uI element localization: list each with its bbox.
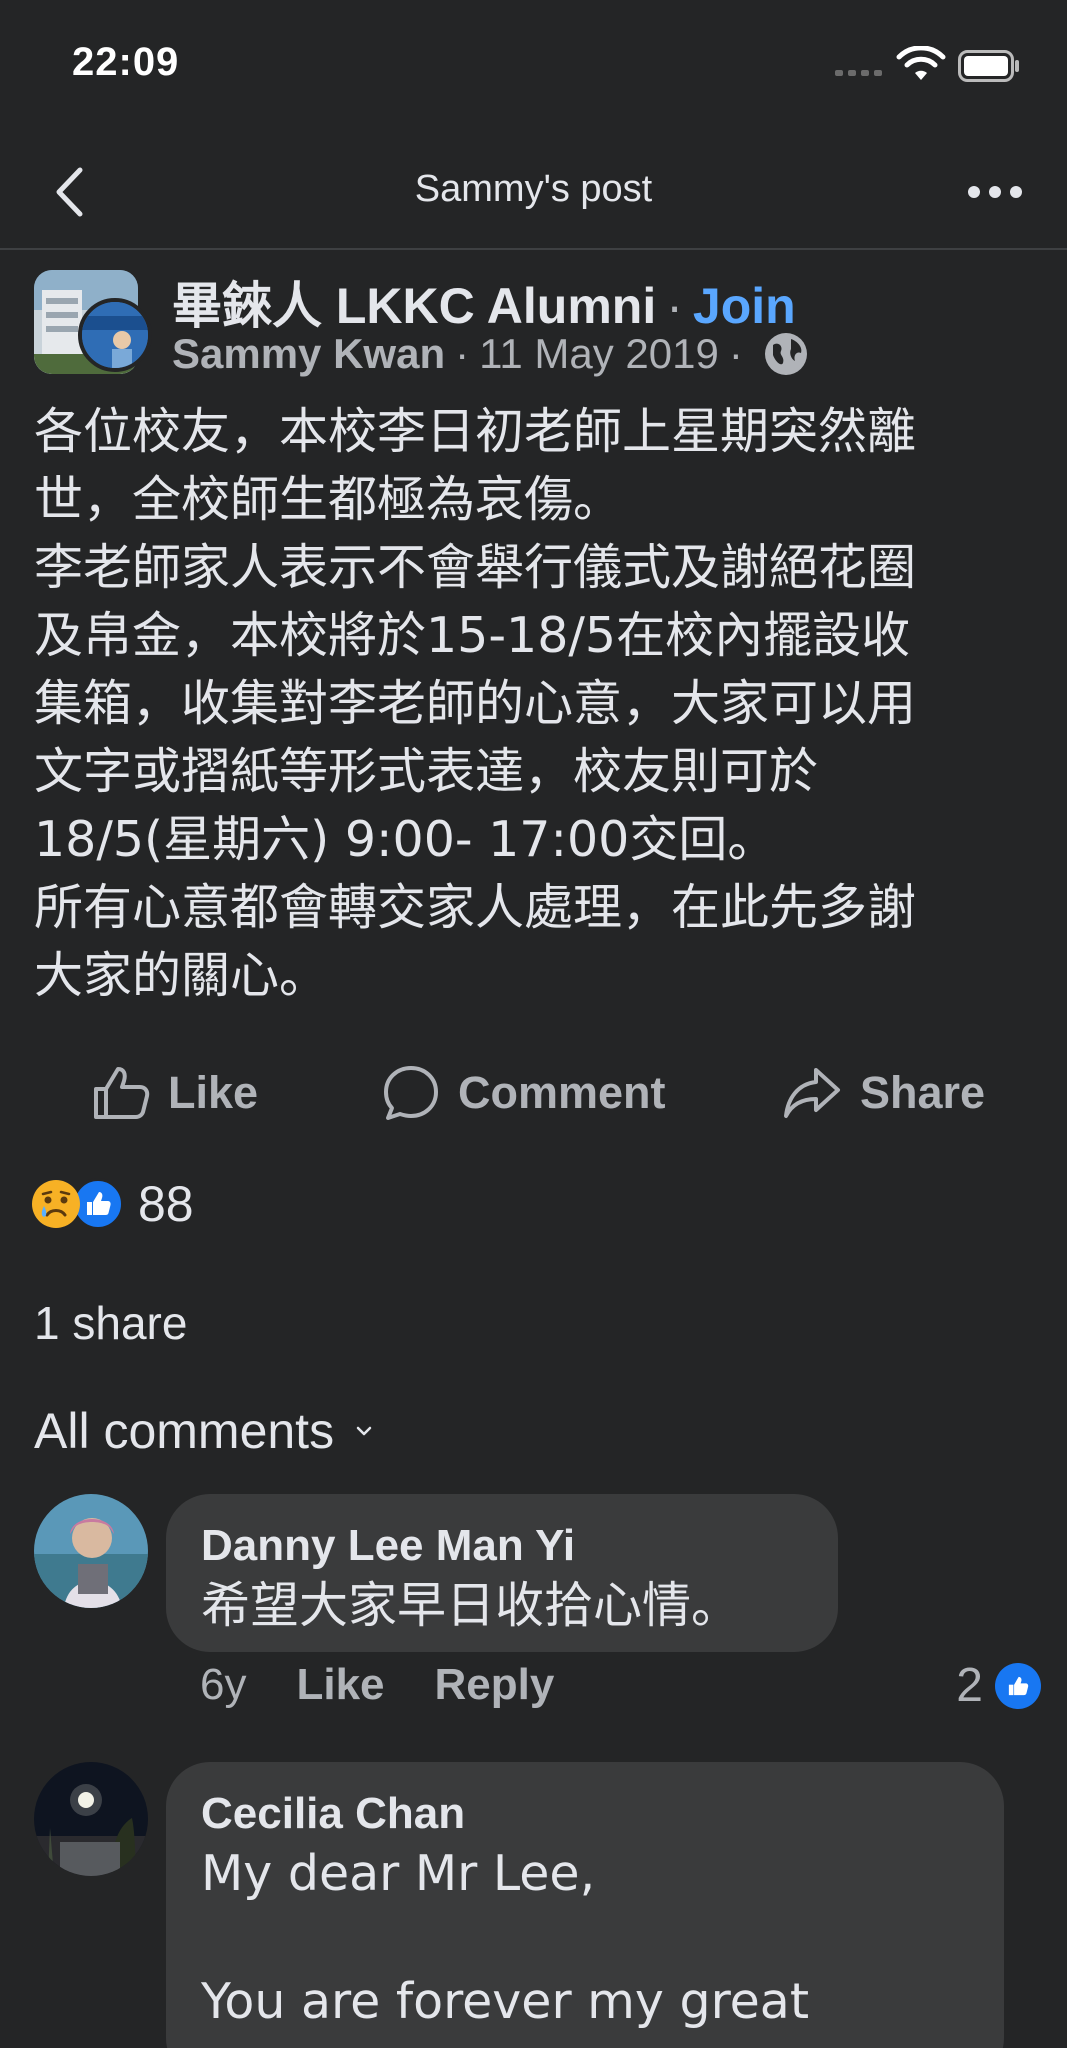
status-time: 22:09 xyxy=(72,40,180,84)
reaction-count: 88 xyxy=(138,1176,194,1232)
comment-button[interactable]: Comment xyxy=(382,1050,666,1136)
post-text-line: 世，全校師生都極為哀傷。 xyxy=(34,471,623,528)
post-text-line: 18/5(星期六) 9:00- 17:00交回。 xyxy=(34,811,777,868)
share-button[interactable]: Share xyxy=(782,1050,985,1136)
comment-bubble: Cecilia Chan My dear Mr Lee, You are for… xyxy=(166,1762,1004,2048)
like-badge-icon xyxy=(995,1662,1041,1709)
globe-icon xyxy=(764,333,807,375)
comment-meta: 6y Like Reply xyxy=(200,1660,554,1710)
reactions-summary[interactable]: 88 xyxy=(32,1172,194,1236)
post-date[interactable]: 11 May 2019 xyxy=(479,330,719,378)
author-name[interactable]: Sammy Kwan xyxy=(172,330,445,378)
comment-text: My dear Mr Lee, You are forever my great xyxy=(201,1845,810,2030)
page-title: Sammy's post xyxy=(414,168,653,210)
share-arrow-icon xyxy=(784,1068,840,1118)
more-options-button[interactable] xyxy=(960,170,1030,214)
comments-filter-label: All comments xyxy=(34,1403,335,1459)
post-meta: Sammy Kwan · 11 May 2019 · xyxy=(172,330,809,378)
post-text-line: 及帛金，本校將於15-18/5在校內擺設收 xyxy=(34,607,911,664)
commenter-photo-image xyxy=(34,1762,148,1876)
commenter-avatar[interactable] xyxy=(34,1494,148,1608)
post-text-line: 李老師家人表示不會舉行儀式及謝絕花圈 xyxy=(34,539,917,596)
comment-likes[interactable]: 2 xyxy=(956,1658,1041,1713)
post-text-line: 各位校友，本校李日初老師上星期突然離 xyxy=(34,403,917,460)
share-count[interactable]: 1 share xyxy=(34,1296,187,1350)
separator-dot: · xyxy=(455,330,470,377)
comment-reply-button[interactable]: Reply xyxy=(435,1660,555,1710)
post-text-line: 集箱，收集對李老師的心意，大家可以用 xyxy=(34,675,917,732)
separator-dot: · xyxy=(666,278,683,334)
commenter-name[interactable]: Danny Lee Man Yi xyxy=(201,1518,803,1574)
like-button[interactable]: Like xyxy=(92,1050,258,1136)
comment-bubble: Danny Lee Man Yi 希望大家早日收拾心情。 xyxy=(166,1494,838,1652)
status-bar: 22:09 xyxy=(0,0,1067,130)
thumbs-up-icon xyxy=(94,1067,150,1119)
post-text-line: 大家的關心。 xyxy=(34,947,329,1004)
post-actions: Like Comment Share xyxy=(0,1050,1067,1136)
comment-icon xyxy=(384,1066,438,1120)
share-label: Share xyxy=(860,1067,986,1118)
author-photo-image xyxy=(82,302,148,368)
post-text-line: 所有心意都會轉交家人處理，在此先多謝 xyxy=(34,879,917,936)
comment-item: Danny Lee Man Yi 希望大家早日收拾心情。 6y Like Rep… xyxy=(0,1494,1067,1734)
like-label: Like xyxy=(168,1067,259,1118)
comment-item: Cecilia Chan My dear Mr Lee, You are for… xyxy=(0,1762,1067,2048)
comment-label: Comment xyxy=(458,1067,666,1118)
comment-like-button[interactable]: Like xyxy=(296,1660,384,1710)
post-body: 各位校友，本校李日初老師上星期突然離 世，全校師生都極為哀傷。 李老師家人表示不… xyxy=(34,398,1034,1010)
separator-dot: · xyxy=(728,330,743,377)
group-name[interactable]: 畢錸人 LKKC Alumni xyxy=(172,278,656,334)
commenter-name[interactable]: Cecilia Chan xyxy=(201,1786,969,1842)
comment-age: 6y xyxy=(200,1660,247,1709)
nav-bar: Sammy's post xyxy=(0,130,1067,250)
chevron-down-icon xyxy=(356,1426,372,1436)
more-horizontal-icon xyxy=(968,186,1022,198)
join-group-link[interactable]: Join xyxy=(693,278,796,334)
comments-filter-dropdown[interactable]: All comments xyxy=(34,1402,372,1460)
comment-like-count: 2 xyxy=(956,1659,983,1712)
commenter-avatar[interactable] xyxy=(34,1762,148,1876)
wifi-icon xyxy=(896,46,946,80)
post-header: 畢錸人 LKKC Alumni · Join Sammy Kwan · 11 May… xyxy=(0,262,1067,382)
cellular-signal-icon xyxy=(835,70,882,76)
battery-icon xyxy=(958,50,1019,82)
commenter-photo-image xyxy=(34,1494,148,1608)
sad-reaction-icon xyxy=(32,1180,80,1228)
author-avatar[interactable] xyxy=(78,298,152,372)
post-text-line: 文字或摺紙等形式表達，校友則可於 xyxy=(34,743,819,800)
group-title-line: 畢錸人 LKKC Alumni · Join xyxy=(172,266,796,338)
comment-text: 希望大家早日收拾心情。 xyxy=(201,1577,741,1634)
